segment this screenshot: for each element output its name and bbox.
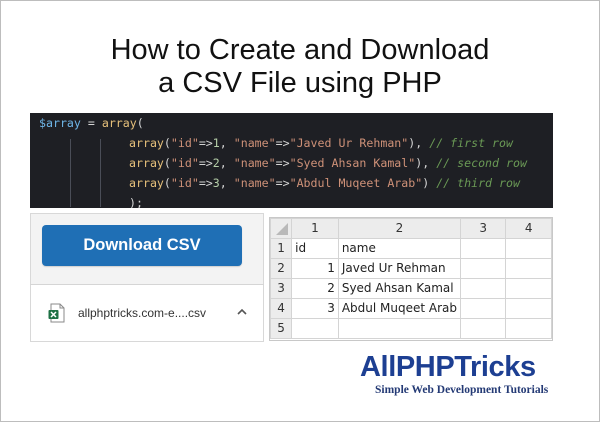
code-token: array [101,116,137,130]
cell[interactable] [459,298,507,319]
cell[interactable]: Syed Ahsan Kamal [337,278,462,299]
excel-file-icon [48,303,65,323]
row-header[interactable]: 4 [270,298,293,319]
code-line: array("id"=>2, "name"=>"Syed Ahsan Kamal… [129,155,527,171]
cell[interactable] [505,318,552,339]
cell[interactable] [459,318,507,339]
logo-tagline: Simple Web Development Tutorials [375,384,549,396]
column-header[interactable]: 1 [291,218,339,239]
code-token: , [219,176,234,190]
code-token: , [219,156,234,170]
cell[interactable] [505,258,552,279]
cell[interactable] [337,318,462,339]
code-token: 1 [212,136,220,150]
code-token: "id" [170,156,199,170]
cell[interactable]: 3 [291,298,339,319]
column-header[interactable]: 2 [337,218,462,239]
cell[interactable]: name [337,238,462,259]
cell[interactable]: Javed Ur Rehman [337,258,462,279]
table-row: 4 3 Abdul Muqeet Arab [270,298,552,319]
code-line: array("id"=>3, "name"=>"Abdul Muqeet Ara… [129,175,520,191]
table-row: 2 1 Javed Ur Rehman [270,258,552,279]
column-header[interactable]: 3 [459,218,507,239]
code-token: ), [415,156,437,170]
code-line: ); [129,195,143,208]
code-token: => [275,176,290,190]
code-token: "name" [233,156,276,170]
downloaded-file-name[interactable]: allphptricks.com-e....csv [78,306,206,320]
cell[interactable] [291,318,339,339]
allphptricks-logo: AllPHPTricks [360,351,536,383]
code-token: => [275,136,290,150]
page-title: How to Create and Download a CSV File us… [0,34,600,100]
code-token: "id" [170,136,199,150]
cell[interactable]: id [291,238,339,259]
row-header[interactable]: 5 [270,318,293,339]
code-token: ); [129,196,143,208]
code-token: // third row [436,176,520,190]
code-token: array [129,136,164,150]
code-token: => [275,156,290,170]
code-token: $array [39,116,81,130]
code-token: ( [163,156,171,170]
cell[interactable]: 2 [291,278,339,299]
select-all-corner[interactable] [270,218,293,239]
code-token: ( [163,136,171,150]
code-token: array [129,176,164,190]
code-token: "Abdul Muqeet Arab" [289,176,423,190]
code-token: => [198,136,213,150]
code-token: => [198,156,213,170]
row-header[interactable]: 3 [270,278,293,299]
code-token: , [219,136,234,150]
row-header[interactable]: 2 [270,258,293,279]
code-token: 2 [212,156,220,170]
code-token: => [198,176,213,190]
column-header-row: 1234 [270,218,552,239]
spreadsheet-grid: 1 2 3 4 1 id name 2 1 Javed Ur Rehman 3 2 Syed Ahsan… [270,218,552,339]
code-token: ( [163,176,171,190]
table-row: 3 2 Syed Ahsan Kamal [270,278,552,299]
cell[interactable]: 1 [291,258,339,279]
spreadsheet: 1 2 3 4 1 id name 2 1 Javed Ur Rehman 3 2 Syed Ahsan… [269,217,553,341]
code-token: array [129,156,164,170]
code-token: // second row [436,156,527,170]
cell[interactable] [505,238,552,259]
code-token: ( [136,116,144,130]
cell[interactable] [459,258,507,279]
corner-triangle-icon [276,223,289,235]
column-header[interactable]: 4 [505,218,552,239]
row-header[interactable]: 1 [270,238,293,259]
indent-guide [70,139,71,207]
chevron-up-icon[interactable] [236,307,248,317]
indent-guide [100,139,101,207]
title-line-2: a CSV File using PHP [158,67,442,99]
download-csv-button[interactable]: Download CSV [42,225,242,266]
code-token: // first row [429,136,513,150]
cell[interactable] [505,278,552,299]
code-token: 3 [212,176,220,190]
cell[interactable]: Abdul Muqeet Arab [337,298,462,319]
code-token: ) [422,176,437,190]
code-line: array("id"=>1, "name"=>"Javed Ur Rehman"… [129,135,513,151]
code-token: "Syed Ahsan Kamal" [289,156,416,170]
code-block: $array = array(array("id"=>1, "name"=>"J… [30,113,553,208]
code-token: = [80,116,102,130]
code-token: "id" [170,176,199,190]
code-line: $array = array( [39,115,144,131]
cell[interactable] [459,278,507,299]
code-token: "name" [233,176,276,190]
table-row: 1 id name [270,238,552,259]
cell[interactable] [505,298,552,319]
code-token: ), [408,136,430,150]
code-token: "Javed Ur Rehman" [289,136,409,150]
code-token: "name" [233,136,276,150]
cell[interactable] [459,238,507,259]
table-row: 5 [270,318,552,339]
title-line-1: How to Create and Download [110,34,490,66]
